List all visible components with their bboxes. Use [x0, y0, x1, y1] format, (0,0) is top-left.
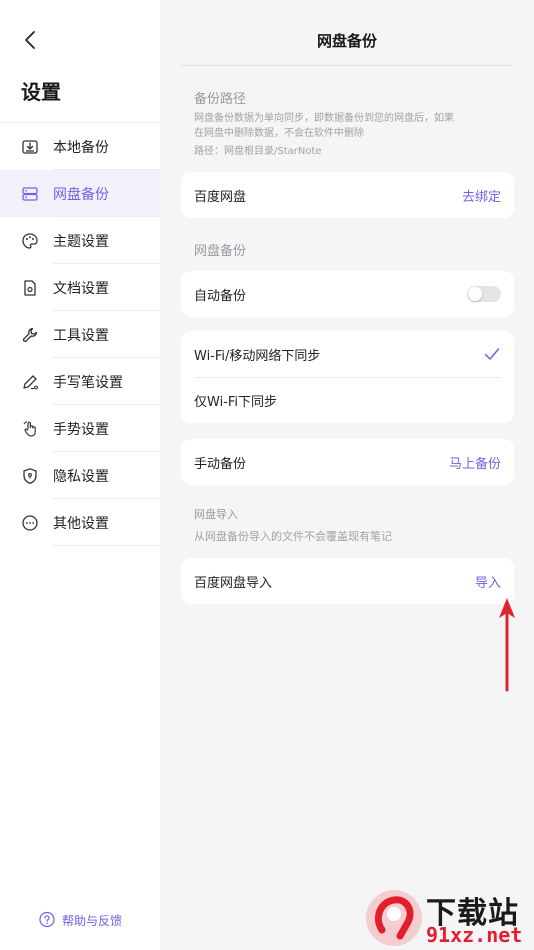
sidebar-item-cloud-backup[interactable]: 网盘备份 [0, 170, 160, 217]
manual-backup-label: 手动备份 [194, 456, 247, 472]
backup-path-text: 路径：网盘根目录/StarNote [194, 146, 322, 157]
toggle-knob [468, 287, 482, 301]
auto-backup-card: 自动备份 [181, 271, 514, 317]
local-backup-icon [20, 137, 40, 157]
document-settings-icon [20, 278, 40, 298]
baidu-import-row: 百度网盘导入 导入 [181, 558, 514, 604]
baidu-bind-card: 百度网盘 去绑定 [181, 172, 514, 218]
sidebar: 设置 本地备份 网盘备份 主题设置 文档设置 工具设置 手写笔设置 手势设置 隐… [0, 0, 160, 950]
watermark: 下载站 91xz.net [360, 886, 534, 950]
import-desc: 从网盘备份导入的文件不会覆盖现有笔记 [194, 530, 392, 543]
manual-backup-row: 手动备份 马上备份 [181, 439, 514, 485]
sidebar-item-theme[interactable]: 主题设置 [0, 217, 160, 264]
sidebar-item-label: 文档设置 [53, 280, 109, 297]
import-section-title: 网盘导入 [194, 508, 238, 521]
sidebar-item-tools[interactable]: 工具设置 [0, 311, 160, 358]
watermark-text-url: 91xz.net [426, 923, 523, 947]
sidebar-item-label: 工具设置 [53, 327, 109, 344]
cloud-backup-section-title: 网盘备份 [194, 244, 247, 259]
auto-backup-toggle[interactable] [467, 286, 501, 302]
help-feedback-label: 帮助与反馈 [62, 913, 123, 928]
sync-option-wifi-mobile[interactable]: Wi-Fi/移动网络下同步 [181, 331, 514, 377]
baidu-import-label: 百度网盘导入 [194, 575, 273, 591]
sidebar-item-document[interactable]: 文档设置 [0, 264, 160, 311]
palette-icon [20, 231, 40, 251]
sidebar-title: 设置 [21, 80, 61, 104]
sidebar-item-label: 隐私设置 [53, 468, 109, 485]
manual-backup-card: 手动备份 马上备份 [181, 439, 514, 485]
import-button[interactable]: 导入 [475, 572, 501, 591]
back-button[interactable] [18, 28, 42, 52]
sync-option-label: 仅Wi-Fi下同步 [194, 394, 278, 410]
baidu-bind-row: 百度网盘 去绑定 [181, 172, 514, 218]
hand-gesture-icon [20, 419, 40, 439]
backup-path-desc-line2: 在网盘中删除数据，不会在软件中删除 [194, 128, 364, 139]
sidebar-item-label: 手势设置 [53, 421, 109, 438]
pen-icon [20, 372, 40, 392]
chevron-left-icon [25, 31, 35, 49]
sidebar-item-privacy[interactable]: 隐私设置 [0, 452, 160, 499]
red-arrow-annotation [499, 598, 515, 692]
sidebar-item-stylus[interactable]: 手写笔设置 [0, 358, 160, 405]
sidebar-item-label: 本地备份 [53, 139, 109, 156]
sidebar-item-gesture[interactable]: 手势设置 [0, 405, 160, 452]
import-card: 百度网盘导入 导入 [181, 558, 514, 604]
baidu-label: 百度网盘 [194, 189, 247, 205]
sync-options-card: Wi-Fi/移动网络下同步 仅Wi-Fi下同步 [181, 331, 514, 423]
help-icon [38, 911, 56, 929]
main-panel: 网盘备份 备份路径 网盘备份数据为单向同步，即数据备份到您的网盘后，如果 在网盘… [160, 0, 534, 950]
sidebar-item-label: 手写笔设置 [53, 374, 123, 391]
auto-backup-row: 自动备份 [181, 271, 514, 317]
title-divider [181, 65, 513, 66]
sidebar-item-label: 网盘备份 [53, 186, 109, 203]
sidebar-item-local-backup[interactable]: 本地备份 [0, 123, 160, 170]
backup-path-desc-line1: 网盘备份数据为单向同步，即数据备份到您的网盘后，如果 [194, 113, 454, 124]
backup-path-title: 备份路径 [194, 92, 247, 107]
auto-backup-label: 自动备份 [194, 288, 247, 304]
more-icon [20, 513, 40, 533]
sidebar-item-label: 其他设置 [53, 515, 109, 532]
sidebar-menu: 本地备份 网盘备份 主题设置 文档设置 工具设置 手写笔设置 手势设置 隐私设置… [0, 122, 160, 546]
watermark-logo-icon [366, 890, 422, 946]
checkmark-icon [483, 345, 501, 363]
help-feedback-link[interactable]: 帮助与反馈 [38, 911, 122, 929]
sidebar-item-label: 主题设置 [53, 233, 109, 250]
bind-button[interactable]: 去绑定 [462, 186, 501, 205]
sidebar-item-other[interactable]: 其他设置 [0, 499, 160, 546]
cloud-drive-icon [20, 184, 40, 204]
sync-option-label: Wi-Fi/移动网络下同步 [194, 348, 321, 364]
page-title: 网盘备份 [316, 32, 377, 50]
sync-option-wifi-only[interactable]: 仅Wi-Fi下同步 [181, 377, 514, 423]
backup-now-button[interactable]: 马上备份 [449, 453, 501, 472]
shield-icon [20, 466, 40, 486]
wrench-icon [20, 325, 40, 345]
